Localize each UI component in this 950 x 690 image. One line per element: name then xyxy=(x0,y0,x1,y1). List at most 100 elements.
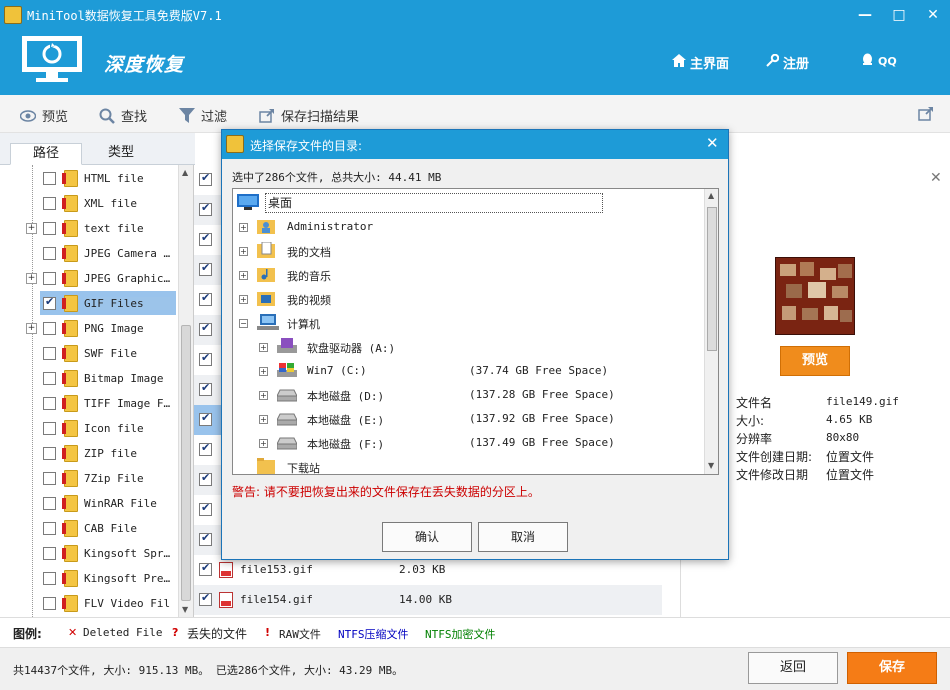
tree-checkbox[interactable] xyxy=(43,447,56,460)
tree-item[interactable]: Bitmap Image xyxy=(0,366,178,391)
home-nav[interactable]: 主界面 xyxy=(672,53,729,72)
tree-scroll-thumb[interactable] xyxy=(181,325,191,601)
back-button[interactable]: 返回 xyxy=(748,652,838,684)
qq-nav[interactable]: QQ xyxy=(861,53,897,70)
tree-item[interactable]: 7Zip File xyxy=(0,466,178,491)
tree-item[interactable]: Icon file xyxy=(0,416,178,441)
dialog-close-icon[interactable]: ✕ xyxy=(706,134,719,152)
tree-item[interactable]: TIFF Image F… xyxy=(0,391,178,416)
expand-icon[interactable]: − xyxy=(239,319,248,328)
find-tool-button[interactable]: 查找 xyxy=(99,106,147,125)
tree-item[interactable]: GIF Files xyxy=(0,291,178,316)
tree-checkbox[interactable] xyxy=(43,197,56,210)
directory-item[interactable]: 桌面 xyxy=(233,191,703,215)
tree-checkbox[interactable] xyxy=(43,272,56,285)
expand-icon[interactable]: + xyxy=(239,247,248,256)
tree-checkbox[interactable] xyxy=(43,322,56,335)
minimize-button[interactable]: — xyxy=(852,2,878,28)
row-checkbox[interactable] xyxy=(199,381,212,396)
confirm-button[interactable]: 确认 xyxy=(382,522,472,552)
directory-item[interactable]: 下载站 xyxy=(233,455,703,474)
tree-checkbox[interactable] xyxy=(43,522,56,535)
tree-item[interactable]: SWF File xyxy=(0,341,178,366)
preview-tool-button[interactable]: 预览 xyxy=(20,106,68,125)
tree-checkbox[interactable] xyxy=(43,347,56,360)
expand-icon[interactable]: + xyxy=(259,415,268,424)
preview-button[interactable]: 预览 xyxy=(780,346,850,376)
save-scan-tool-button[interactable]: 保存扫描结果 xyxy=(259,106,359,125)
tree-checkbox[interactable] xyxy=(43,497,56,510)
maximize-button[interactable]: □ xyxy=(886,2,912,28)
row-checkbox[interactable] xyxy=(199,231,212,246)
expand-icon[interactable]: + xyxy=(259,367,268,376)
cancel-button[interactable]: 取消 xyxy=(478,522,568,552)
save-button[interactable]: 保存 xyxy=(847,652,937,684)
tree-item[interactable]: ZIP file xyxy=(0,441,178,466)
table-row[interactable]: file154.gif 14.00 KB xyxy=(194,585,662,615)
tree-checkbox[interactable] xyxy=(43,295,56,310)
tree-checkbox[interactable] xyxy=(43,172,56,185)
directory-item[interactable]: + 我的音乐 xyxy=(233,263,703,287)
row-checkbox[interactable] xyxy=(199,171,212,186)
directory-item[interactable]: + 我的视频 xyxy=(233,287,703,311)
tree-checkbox[interactable] xyxy=(43,422,56,435)
tree-item[interactable]: + JPEG Graphic… xyxy=(0,266,178,291)
tree-checkbox[interactable] xyxy=(43,597,56,610)
directory-item[interactable]: + 本地磁盘 (F:) (137.49 GB Free Space) xyxy=(233,431,703,455)
tree-checkbox[interactable] xyxy=(43,572,56,585)
tree-item[interactable]: + PNG Image xyxy=(0,316,178,341)
tree-item[interactable]: CAB File xyxy=(0,516,178,541)
filter-tool-button[interactable]: 过滤 xyxy=(179,106,227,125)
tree-checkbox[interactable] xyxy=(43,472,56,485)
scroll-up-icon[interactable]: ▲ xyxy=(182,168,188,177)
row-checkbox[interactable] xyxy=(199,411,212,426)
row-checkbox[interactable] xyxy=(199,561,212,576)
row-checkbox[interactable] xyxy=(199,321,212,336)
expand-icon[interactable]: + xyxy=(239,295,248,304)
row-checkbox[interactable] xyxy=(199,531,212,546)
tree-item[interactable]: XML file xyxy=(0,191,178,216)
tree-item[interactable]: Kingsoft Pre… xyxy=(0,566,178,591)
expand-icon[interactable]: + xyxy=(259,343,268,352)
tab-type[interactable]: 类型 xyxy=(85,143,157,165)
directory-item[interactable]: − 计算机 xyxy=(233,311,703,335)
directory-item[interactable]: + Win7 (C:) (37.74 GB Free Space) xyxy=(233,359,703,383)
expand-icon[interactable]: + xyxy=(26,273,37,284)
close-preview-icon[interactable]: ✕ xyxy=(930,170,942,186)
directory-item[interactable]: + 软盘驱动器 (A:) xyxy=(233,335,703,359)
scroll-down-icon[interactable]: ▼ xyxy=(182,605,188,614)
expand-icon[interactable]: + xyxy=(239,271,248,280)
tree-item[interactable]: FLV Video File xyxy=(0,591,178,616)
directory-scrollbar[interactable]: ▲ ▼ xyxy=(704,189,718,474)
share-export-button[interactable] xyxy=(918,106,934,121)
row-checkbox[interactable] xyxy=(199,261,212,276)
tree-checkbox[interactable] xyxy=(43,247,56,260)
directory-item[interactable]: + 本地磁盘 (E:) (137.92 GB Free Space) xyxy=(233,407,703,431)
row-checkbox[interactable] xyxy=(199,441,212,456)
tree-checkbox[interactable] xyxy=(43,222,56,235)
directory-item[interactable]: + Administrator xyxy=(233,215,703,239)
close-button[interactable]: ✕ xyxy=(920,2,946,28)
expand-icon[interactable]: + xyxy=(259,439,268,448)
directory-scroll-thumb[interactable] xyxy=(707,207,717,351)
directory-item[interactable]: + 我的文档 xyxy=(233,239,703,263)
tab-path[interactable]: 路径 xyxy=(10,143,82,165)
expand-icon[interactable]: + xyxy=(26,323,37,334)
row-checkbox[interactable] xyxy=(199,291,212,306)
expand-icon[interactable]: + xyxy=(239,223,248,232)
row-checkbox[interactable] xyxy=(199,471,212,486)
directory-item[interactable]: + 本地磁盘 (D:) (137.28 GB Free Space) xyxy=(233,383,703,407)
scroll-up-icon[interactable]: ▲ xyxy=(708,191,714,200)
tree-item[interactable]: WinRAR File xyxy=(0,491,178,516)
tree-checkbox[interactable] xyxy=(43,372,56,385)
register-nav[interactable]: 注册 xyxy=(766,53,809,72)
row-checkbox[interactable] xyxy=(199,501,212,516)
expand-icon[interactable]: + xyxy=(26,223,37,234)
expand-icon[interactable]: + xyxy=(259,391,268,400)
row-checkbox[interactable] xyxy=(199,351,212,366)
row-checkbox[interactable] xyxy=(199,591,212,606)
tree-item[interactable]: JPEG Camera … xyxy=(0,241,178,266)
scroll-down-icon[interactable]: ▼ xyxy=(708,461,714,470)
tree-checkbox[interactable] xyxy=(43,397,56,410)
tree-scrollbar[interactable]: ▲ ▼ xyxy=(178,165,193,617)
